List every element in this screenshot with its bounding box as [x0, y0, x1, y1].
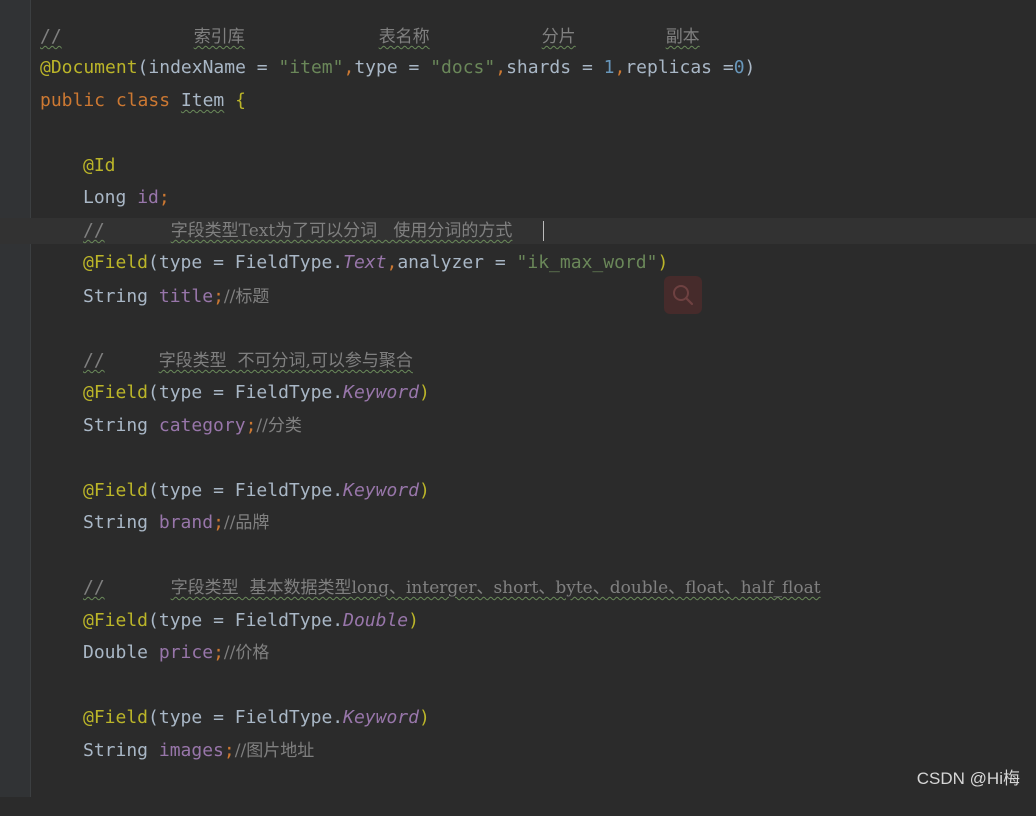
field-title: title: [158, 286, 214, 307]
annotation-field: @Field: [83, 252, 149, 273]
comment-price: //字段类型 基本数据类型long、interger、short、byte、do…: [83, 577, 821, 598]
watermark: CSDN @Hi梅: [916, 769, 1020, 788]
code-line-category-comment[interactable]: //字段类型 不可分词,可以参与聚合: [0, 348, 1036, 374]
field-brand: brand: [158, 512, 214, 533]
search-button[interactable]: [664, 276, 702, 314]
field-id: id: [137, 187, 159, 208]
field-category: category: [158, 415, 246, 436]
code-editor[interactable]: //索引库 表名称 分片 副本 @Document(indexName = "item…: [0, 0, 1036, 797]
keyword-public: public: [40, 90, 106, 111]
text-cursor: [543, 221, 544, 241]
code-line-category-field[interactable]: String category;//分类: [0, 413, 1036, 439]
type-long: Long: [83, 187, 127, 208]
comment-title: //字段类型Text为了可以分词 使用分词的方式: [83, 220, 513, 241]
code-line-category-annotation[interactable]: @Field(type = FieldType.Keyword): [0, 380, 1036, 406]
code-line-brand-field[interactable]: String brand;//品牌: [0, 510, 1036, 536]
code-line-title-annotation[interactable]: @Field(type = FieldType.Text,analyzer = …: [0, 250, 1036, 276]
comment-category: //字段类型 不可分词,可以参与聚合: [83, 350, 413, 371]
code-line-title-field[interactable]: String title;//标题: [0, 284, 1036, 310]
code-line-price-comment[interactable]: //字段类型 基本数据类型long、interger、short、byte、do…: [0, 575, 1036, 601]
code-line-price-field[interactable]: Double price;//价格: [0, 640, 1036, 666]
annotation-id: @Id: [83, 155, 116, 176]
code-line-brand-annotation[interactable]: @Field(type = FieldType.Keyword): [0, 478, 1036, 504]
field-price: price: [158, 642, 214, 663]
code-line-document-annotation[interactable]: @Document(indexName = "item",type = "doc…: [0, 55, 1036, 81]
code-line-price-annotation[interactable]: @Field(type = FieldType.Double): [0, 608, 1036, 634]
code-line-images-annotation[interactable]: @Field(type = FieldType.Keyword): [0, 705, 1036, 731]
field-images: images: [158, 740, 224, 761]
code-line-id-field[interactable]: Long id;: [0, 185, 1036, 211]
keyword-class: class: [115, 90, 171, 111]
annotation-document: @Document: [40, 57, 138, 78]
code-line-id-annotation[interactable]: @Id: [0, 153, 1036, 179]
class-name: Item: [180, 90, 225, 111]
comment-index-header: //索引库 表名称 分片 副本: [40, 26, 700, 47]
code-line-index-comment[interactable]: //索引库 表名称 分片 副本: [0, 24, 1036, 50]
code-line-title-comment[interactable]: //字段类型Text为了可以分词 使用分词的方式: [0, 218, 1036, 244]
code-line-class-declaration[interactable]: public class Item {: [0, 88, 1036, 114]
search-icon: [673, 285, 694, 306]
code-line-images-field[interactable]: String images;//图片地址: [0, 738, 1036, 764]
